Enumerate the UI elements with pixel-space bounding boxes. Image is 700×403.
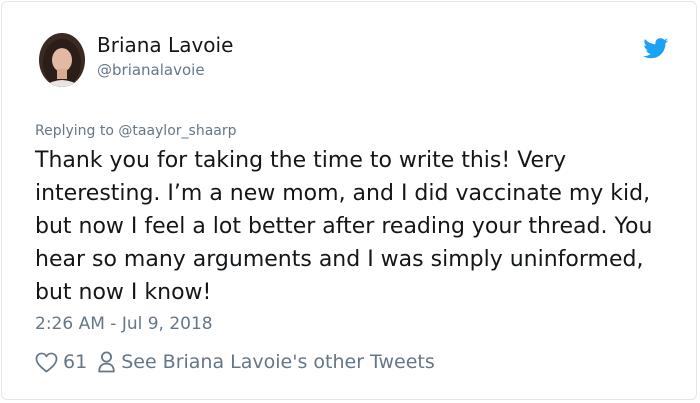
author-display-name[interactable]: Briana Lavoie — [97, 33, 233, 57]
twitter-bird-icon[interactable] — [643, 38, 669, 59]
tweet-text: Thank you for taking the time to write t… — [35, 148, 653, 305]
author-handle[interactable]: @brianalavoie — [97, 61, 205, 79]
tweet-timestamp[interactable]: 2:26 AM - Jul 9, 2018 — [35, 314, 213, 334]
tweet-actions: 61 See Briana Lavoie's other Tweets — [35, 348, 435, 376]
like-count[interactable]: 61 — [63, 351, 87, 373]
other-tweets-link[interactable]: See Briana Lavoie's other Tweets — [121, 351, 435, 373]
replying-to-link[interactable]: Replying to @taaylor_shaarp — [35, 123, 237, 139]
tweet-card: Briana Lavoie @brianalavoie Replying to … — [1, 1, 697, 400]
avatar[interactable] — [39, 33, 85, 87]
avatar-image — [39, 33, 85, 87]
person-icon[interactable] — [98, 351, 115, 373]
heart-icon[interactable] — [35, 352, 58, 373]
